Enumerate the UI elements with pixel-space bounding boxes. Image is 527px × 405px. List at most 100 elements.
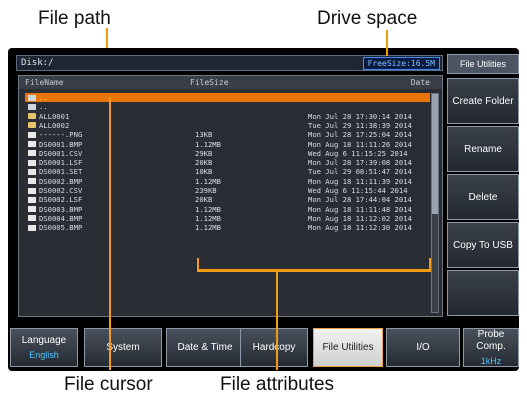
- file-size: 10KB: [195, 167, 213, 177]
- file-name: ..: [39, 102, 48, 112]
- hardcopy-button[interactable]: Hardcopy: [240, 328, 308, 367]
- file-row[interactable]: DS0005.BMP 1.12MB Mon Aug 18 11:12:30 2014: [25, 223, 430, 232]
- column-filesize: FileSize: [190, 78, 229, 87]
- file-icon: [28, 141, 36, 147]
- file-icon: [28, 215, 36, 222]
- probe-comp-label: Probe Comp.: [476, 328, 506, 352]
- file-date: Mon Aug 18 11:11:48 2014: [308, 204, 412, 214]
- file-row[interactable]: DS0002.CSV 239KB Wed Aug 6 11:15:44 2014: [25, 186, 430, 195]
- date-time-label: Date & Time: [177, 341, 233, 353]
- language-label: Language: [21, 334, 67, 346]
- file-row[interactable]: ------.PNG 13KB Mon Jul 28 17:25:04 2014: [25, 130, 430, 139]
- file-icon: [28, 206, 36, 213]
- file-name: DS0002.BMP: [39, 176, 83, 186]
- file-attributes-pointer: [276, 271, 278, 370]
- file-name: DS0001.CSV: [39, 148, 83, 158]
- folder-icon: [28, 113, 36, 120]
- path-bar: Disk:/ FreeSize:16.5M: [16, 55, 443, 71]
- file-row[interactable]: ALL0002 Tue Jul 29 11:38:39 2014: [25, 121, 430, 130]
- file-path-callout: File path: [38, 8, 111, 29]
- file-icon: [28, 131, 36, 138]
- up-folder-icon: [28, 94, 36, 101]
- io-button[interactable]: I/O: [386, 328, 460, 367]
- file-icon: [28, 168, 36, 175]
- create-folder-button[interactable]: Create Folder: [447, 78, 519, 124]
- bracket-left-tick: [197, 258, 199, 271]
- file-row[interactable]: DS0001.BMP 1.12MB Mon Aug 18 11:11:26 2014: [25, 140, 430, 149]
- file-date: Mon Jul 28 17:25:04 2014: [308, 130, 412, 140]
- file-date: Wed Aug 6 11:15:25 2014: [308, 148, 408, 158]
- file-size: 20KB: [195, 158, 213, 168]
- file-name: DS0005.BMP: [39, 223, 83, 233]
- file-date: Mon Jul 28 17:30:14 2014: [308, 111, 412, 121]
- file-icon: [28, 159, 36, 166]
- file-row-selected[interactable]: ..: [25, 93, 430, 102]
- copy-to-usb-button[interactable]: Copy To USB: [447, 222, 519, 268]
- file-icon: [28, 224, 36, 231]
- language-button[interactable]: Language English: [10, 328, 78, 367]
- file-size: 29KB: [195, 148, 213, 158]
- side-menu-title: File Utilities: [447, 54, 519, 74]
- file-path-pointer: [106, 28, 108, 48]
- file-name: DS0001.BMP: [39, 139, 83, 149]
- file-name: ------.PNG: [39, 130, 83, 140]
- system-button[interactable]: System: [84, 328, 162, 367]
- file-icon: [28, 178, 36, 185]
- file-row[interactable]: DS0003.BMP 1.12MB Mon Aug 18 11:11:48 2014: [25, 205, 430, 214]
- probe-comp-button[interactable]: Probe Comp. 1kHz: [463, 328, 519, 367]
- file-row[interactable]: DS0001.SET 10KB Tue Jul 29 08:51:47 2014: [25, 167, 430, 176]
- file-size: 1.12MB: [195, 139, 221, 149]
- bottom-menu: Language English System Date & Time Hard…: [8, 322, 519, 371]
- file-row[interactable]: DS0002.LSF 20KB Mon Jul 28 17:44:04 2014: [25, 195, 430, 204]
- file-date: Tue Jul 29 11:38:39 2014: [308, 120, 412, 130]
- file-size: 1.12MB: [195, 213, 221, 223]
- hardcopy-label: Hardcopy: [252, 341, 296, 353]
- file-date: Tue Jul 29 08:51:47 2014: [308, 167, 412, 177]
- empty-side-button[interactable]: [447, 270, 519, 316]
- column-date: Date: [410, 78, 430, 87]
- scrollbar-thumb[interactable]: [432, 94, 438, 214]
- file-date: Mon Jul 28 17:44:04 2014: [308, 195, 412, 205]
- language-value: English: [29, 349, 59, 360]
- file-cursor-pointer: [109, 97, 111, 370]
- folder-icon: [28, 122, 36, 129]
- file-size: 1.12MB: [195, 223, 221, 233]
- file-date: Mon Aug 18 11:11:26 2014: [308, 139, 412, 149]
- side-menu: File Utilities Create Folder Rename Dele…: [447, 52, 519, 316]
- file-row[interactable]: DS0002.BMP 1.12MB Mon Aug 18 11:11:39 2014: [25, 177, 430, 186]
- probe-comp-value: 1kHz: [480, 355, 502, 366]
- file-row[interactable]: ..: [25, 102, 430, 111]
- file-name: DS0001.LSF: [39, 158, 83, 168]
- file-name: DS0004.BMP: [39, 213, 83, 223]
- column-filename: FileName: [25, 78, 64, 87]
- io-label: I/O: [416, 341, 430, 353]
- disk-path: Disk:/: [21, 58, 54, 68]
- file-row[interactable]: DS0001.CSV 29KB Wed Aug 6 11:15:25 2014: [25, 149, 430, 158]
- file-name: DS0001.SET: [39, 167, 83, 177]
- drive-space-pointer: [386, 30, 388, 56]
- file-icon: [28, 196, 36, 203]
- file-size: 13KB: [195, 130, 213, 140]
- file-row[interactable]: DS0001.LSF 20KB Mon Jul 28 17:39:08 2014: [25, 158, 430, 167]
- file-attributes-callout: File attributes: [220, 374, 335, 395]
- drive-space-callout: Drive space: [317, 8, 418, 29]
- file-cursor-callout: File cursor: [64, 374, 153, 395]
- delete-button[interactable]: Delete: [447, 174, 519, 220]
- file-utilities-label: File Utilities: [322, 341, 374, 353]
- file-date: Mon Aug 18 11:11:39 2014: [308, 176, 412, 186]
- file-date: Mon Jul 28 17:39:08 2014: [308, 158, 412, 168]
- file-utilities-button[interactable]: File Utilities: [313, 328, 383, 367]
- file-list-header: FileName FileSize Date: [19, 76, 442, 89]
- file-size: 239KB: [195, 186, 217, 195]
- file-list-scrollbar[interactable]: [431, 93, 439, 313]
- bracket-right-tick: [429, 258, 431, 271]
- file-row[interactable]: ALL0001 Mon Jul 28 17:30:14 2014: [25, 112, 430, 121]
- date-time-button[interactable]: Date & Time: [166, 328, 244, 367]
- file-size: 20KB: [195, 195, 213, 205]
- file-row[interactable]: DS0004.BMP 1.12MB Mon Aug 18 11:12:02 2014: [25, 214, 430, 223]
- oscilloscope-screen: Disk:/ FreeSize:16.5M FileName FileSize …: [8, 48, 519, 371]
- file-date: Wed Aug 6 11:15:44 2014: [308, 186, 408, 195]
- file-date: Mon Aug 18 11:12:30 2014: [308, 223, 412, 233]
- rename-button[interactable]: Rename: [447, 126, 519, 172]
- file-size: 1.12MB: [195, 176, 221, 186]
